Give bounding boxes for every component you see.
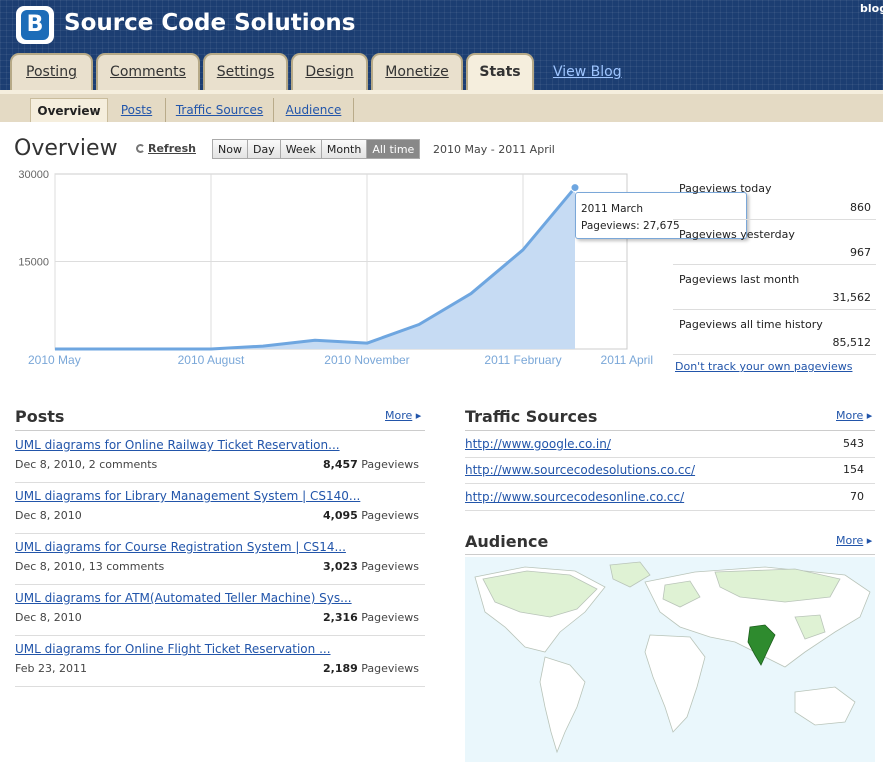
range-now-button[interactable]: Now (213, 140, 248, 158)
tab-design[interactable]: Design (291, 53, 368, 90)
divider (15, 430, 425, 431)
more-arrow-icon: ▸ (866, 534, 873, 547)
pageviews-chart[interactable]: 30000 15000 2010 May 2010 August 2010 Novemb… (0, 166, 665, 371)
traffic-more-link[interactable]: More ▸ (836, 409, 872, 422)
traffic-url-link[interactable]: http://www.google.co.in/ (465, 437, 611, 451)
subtab-posts[interactable]: Posts (108, 98, 166, 122)
post-row: UML diagrams for Online Railway Ticket R… (15, 432, 425, 483)
traffic-row: http://www.google.co.in/ 543 (465, 432, 875, 458)
post-meta: Dec 8, 2010, 2 comments (15, 458, 158, 471)
y-tick-label: 30000 (18, 169, 49, 181)
subtab-audience[interactable]: Audience (274, 98, 354, 122)
range-week-button[interactable]: Week (280, 140, 322, 158)
tab-settings[interactable]: Settings (203, 53, 288, 90)
post-row: UML diagrams for Course Registration Sys… (15, 534, 425, 585)
x-tick-label: 2011 February (484, 353, 561, 367)
tab-stats[interactable]: Stats (466, 53, 534, 91)
post-title-link[interactable]: UML diagrams for ATM(Automated Teller Ma… (15, 591, 352, 605)
traffic-row: http://www.sourcecodesonline.co.cc/ 70 (465, 485, 875, 511)
chart-area (55, 187, 575, 349)
range-selector: Now Day Week Month All time (212, 139, 421, 159)
post-title-link[interactable]: UML diagrams for Online Flight Ticket Re… (15, 642, 331, 656)
blog-title: Source Code Solutions (64, 10, 356, 36)
post-title-link[interactable]: UML diagrams for Library Management Syst… (15, 489, 360, 503)
post-views: 8,457 Pageviews (323, 458, 419, 471)
x-tick-label: 2010 November (324, 353, 409, 367)
audience-world-map[interactable] (465, 557, 875, 762)
world-map-icon (474, 561, 871, 754)
divider (465, 430, 875, 431)
post-views: 4,095 Pageviews (323, 509, 419, 522)
post-views: 3,023 Pageviews (323, 560, 419, 573)
range-alltime-button[interactable]: All time (367, 140, 420, 158)
date-range: 2010 May - 2011 April (433, 143, 555, 156)
post-views: 2,316 Pageviews (323, 611, 419, 624)
chart-point-highlight (570, 183, 580, 193)
tab-posting[interactable]: Posting (10, 53, 93, 90)
y-tick-label: 15000 (18, 257, 49, 269)
divider (465, 554, 875, 555)
range-month-button[interactable]: Month (321, 140, 368, 158)
post-row: UML diagrams for ATM(Automated Teller Ma… (15, 585, 425, 636)
subtab-traffic-sources[interactable]: Traffic Sources (166, 98, 274, 122)
post-title-link[interactable]: UML diagrams for Course Registration Sys… (15, 540, 346, 554)
stats-subnav: Overview Posts Traffic Sources Audience (0, 90, 883, 122)
post-row: UML diagrams for Library Management Syst… (15, 483, 425, 534)
stat-yesterday: Pageviews yesterday 967 (673, 220, 876, 265)
post-title-link[interactable]: UML diagrams for Online Railway Ticket R… (15, 438, 340, 452)
x-tick-label: 2010 May (28, 353, 81, 367)
posts-more-link[interactable]: More ▸ (385, 409, 421, 422)
traffic-count: 70 (850, 490, 864, 503)
page-title: Overview (14, 136, 118, 161)
refresh-icon (136, 144, 145, 153)
dont-track-link[interactable]: Don't track your own pageviews (675, 360, 852, 373)
view-blog-link[interactable]: View Blog (553, 64, 622, 80)
tab-comments[interactable]: Comments (96, 53, 200, 90)
x-tick-label: 2011 April (601, 353, 653, 367)
post-meta: Dec 8, 2010, 13 comments (15, 560, 165, 573)
post-row: UML diagrams for Online Flight Ticket Re… (15, 636, 425, 687)
post-meta: Dec 8, 2010 (15, 509, 82, 522)
corner-blog-link[interactable]: blog (860, 2, 883, 15)
blogger-header: B Source Code Solutions blog Posting Com… (0, 0, 883, 91)
audience-title: Audience (465, 532, 549, 551)
posts-title: Posts (15, 407, 65, 426)
post-meta: Feb 23, 2011 (15, 662, 87, 675)
traffic-url-link[interactable]: http://www.sourcecodesolutions.co.cc/ (465, 463, 695, 477)
traffic-count: 543 (843, 437, 864, 450)
stat-last-month: Pageviews last month 31,562 (673, 265, 876, 310)
stat-today: Pageviews today 860 (673, 174, 876, 220)
refresh-button[interactable]: Refresh (136, 142, 196, 155)
traffic-count: 154 (843, 463, 864, 476)
blogger-logo-icon[interactable]: B (16, 6, 54, 44)
audience-more-link[interactable]: More ▸ (836, 534, 872, 547)
subtab-overview[interactable]: Overview (30, 98, 108, 122)
traffic-url-link[interactable]: http://www.sourcecodesonline.co.cc/ (465, 490, 684, 504)
post-views: 2,189 Pageviews (323, 662, 419, 675)
more-arrow-icon: ▸ (415, 409, 422, 422)
stat-all-time: Pageviews all time history 85,512 (673, 310, 876, 355)
range-day-button[interactable]: Day (247, 140, 281, 158)
post-meta: Dec 8, 2010 (15, 611, 82, 624)
traffic-row: http://www.sourcecodesolutions.co.cc/ 15… (465, 458, 875, 484)
tab-monetize[interactable]: Monetize (371, 53, 463, 90)
more-arrow-icon: ▸ (866, 409, 873, 422)
x-tick-label: 2010 August (178, 353, 245, 367)
traffic-sources-title: Traffic Sources (465, 407, 598, 426)
